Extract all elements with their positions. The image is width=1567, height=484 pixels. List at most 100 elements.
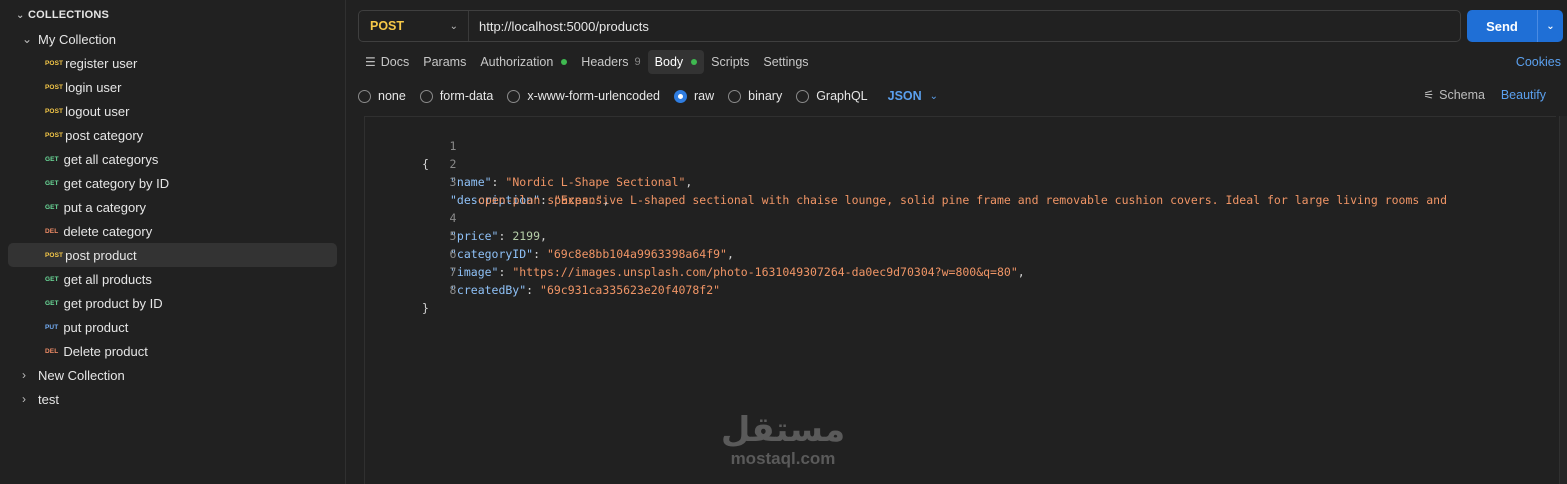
request-name: Delete product bbox=[63, 343, 148, 359]
watermark-arabic: مستقل bbox=[720, 410, 846, 450]
request-item[interactable]: GET get product by ID bbox=[8, 291, 337, 315]
method-badge: PUT bbox=[45, 323, 59, 331]
request-item[interactable]: POST login user bbox=[8, 75, 337, 99]
docs-icon: ☰ bbox=[365, 55, 376, 69]
radio-label: none bbox=[378, 89, 406, 103]
chevron-down-icon: ⌄ bbox=[449, 20, 458, 32]
request-item[interactable]: GET put a category bbox=[8, 195, 337, 219]
tab-docs[interactable]: ☰ Docs bbox=[358, 50, 416, 74]
body-type-urlencoded[interactable]: x-www-form-urlencoded bbox=[507, 89, 660, 103]
request-item[interactable]: GET get category by ID bbox=[8, 171, 337, 195]
method-select[interactable]: POST ⌄ bbox=[359, 11, 469, 41]
request-name: post category bbox=[65, 127, 144, 143]
chevron-right-icon: › bbox=[22, 368, 26, 382]
request-name: login user bbox=[65, 79, 122, 95]
tab-label: Scripts bbox=[711, 55, 750, 69]
tab-authorization[interactable]: Authorization bbox=[473, 50, 574, 74]
collection-my-collection[interactable]: ⌄ My Collection bbox=[8, 27, 337, 51]
radio-label: binary bbox=[748, 89, 783, 103]
method-badge: POST bbox=[45, 251, 64, 259]
line-number: 8 bbox=[449, 283, 457, 297]
code-line-wrap: open-plan spaces.", bbox=[478, 193, 610, 207]
request-name: get all products bbox=[63, 271, 152, 287]
schema-label: Schema bbox=[1439, 88, 1485, 102]
schema-button[interactable]: ⚟ Schema bbox=[1423, 88, 1485, 102]
tab-body[interactable]: Body bbox=[647, 50, 705, 74]
collection-test[interactable]: › test bbox=[8, 387, 337, 411]
radio-icon bbox=[507, 89, 521, 103]
request-name: get product by ID bbox=[63, 295, 163, 311]
method-badge: POST bbox=[45, 131, 64, 139]
request-item[interactable]: POST post category bbox=[8, 123, 337, 147]
method-badge: GET bbox=[45, 275, 59, 283]
format-value: JSON bbox=[887, 89, 922, 103]
chevron-down-icon: ⌄ bbox=[22, 32, 33, 46]
collection-name: New Collection bbox=[38, 367, 125, 383]
body-type-raw[interactable]: raw bbox=[674, 89, 714, 103]
editor-scrollbar[interactable] bbox=[1559, 116, 1567, 484]
code-line: 3 "description": "Expansive L-shaped sec… bbox=[365, 155, 1545, 207]
chevron-down-icon: ⌄ bbox=[929, 90, 939, 102]
chevron-down-icon: ⌄ bbox=[16, 9, 25, 21]
beautify-button[interactable]: Beautify bbox=[1501, 88, 1546, 102]
url-input[interactable]: http://localhost:5000/products bbox=[469, 19, 1460, 34]
url-bar: POST ⌄ http://localhost:5000/products bbox=[358, 10, 1461, 42]
code-editor[interactable]: 1 { 2 "name": "Nordic L-Shape Sectional"… bbox=[364, 116, 1556, 484]
request-name: post product bbox=[65, 247, 137, 263]
tab-label: Docs bbox=[380, 55, 410, 69]
code-line: 6 "image": "https://images.unsplash.com/… bbox=[365, 227, 1545, 279]
code-line: 5 "categoryID": "69c8e8bb104a9963398a64f… bbox=[365, 209, 1545, 261]
format-select[interactable]: JSON ⌄ bbox=[888, 89, 938, 103]
body-type-binary[interactable]: binary bbox=[728, 89, 782, 103]
cookies-link[interactable]: Cookies bbox=[1516, 55, 1561, 69]
code-line: 1 { bbox=[365, 119, 1545, 171]
send-label: Send bbox=[1486, 18, 1518, 34]
request-tabs: ☰ Docs Params Authorization Headers 9 Bo… bbox=[358, 50, 816, 74]
collection-new-collection[interactable]: › New Collection bbox=[8, 363, 337, 387]
tab-headers[interactable]: Headers 9 bbox=[574, 50, 647, 74]
request-item[interactable]: DEL delete category bbox=[8, 219, 337, 243]
request-item-active[interactable]: POST post product bbox=[8, 243, 337, 267]
method-value: POST bbox=[370, 19, 405, 33]
chevron-right-icon: › bbox=[22, 392, 26, 406]
collection-name: test bbox=[38, 391, 59, 407]
collections-header[interactable]: ⌄ COLLECTIONS bbox=[16, 8, 109, 22]
method-badge: GET bbox=[45, 179, 59, 187]
sidebar: ⌄ COLLECTIONS ⌄ My Collection POST regis… bbox=[0, 0, 346, 484]
tab-scripts[interactable]: Scripts bbox=[704, 50, 756, 74]
code-line: 8 } bbox=[365, 263, 1545, 315]
request-name: put a category bbox=[63, 199, 147, 215]
request-item[interactable]: GET get all products bbox=[8, 267, 337, 291]
method-badge: POST bbox=[45, 83, 64, 91]
tab-settings[interactable]: Settings bbox=[756, 50, 815, 74]
tab-params[interactable]: Params bbox=[416, 50, 473, 74]
send-button[interactable]: Send ⌄ bbox=[1467, 10, 1563, 42]
method-badge: GET bbox=[45, 155, 59, 163]
radio-label: x-www-form-urlencoded bbox=[527, 89, 660, 103]
request-item[interactable]: PUT put product bbox=[8, 315, 337, 339]
body-type-none[interactable]: none bbox=[358, 89, 406, 103]
chevron-down-icon[interactable]: ⌄ bbox=[1537, 10, 1563, 42]
request-name: get all categorys bbox=[63, 151, 159, 167]
code-line: 7 "createdBy": "69c931ca335623e20f4078f2… bbox=[365, 245, 1545, 297]
headers-count: 9 bbox=[634, 56, 641, 68]
body-type-form-data[interactable]: form-data bbox=[419, 89, 493, 103]
status-dot bbox=[691, 59, 698, 65]
radio-icon bbox=[358, 89, 371, 103]
tab-label: Params bbox=[423, 55, 467, 69]
method-badge: DEL bbox=[45, 227, 59, 235]
radio-label: raw bbox=[694, 89, 715, 103]
tab-label: Authorization bbox=[480, 55, 554, 69]
radio-icon bbox=[728, 89, 742, 103]
watermark-logo: مستقل mostaql.com bbox=[718, 410, 848, 468]
request-item[interactable]: POST logout user bbox=[8, 99, 337, 123]
request-item[interactable]: DEL Delete product bbox=[8, 339, 337, 363]
tab-label: Headers bbox=[581, 55, 629, 69]
body-type-selector: none form-data x-www-form-urlencoded raw… bbox=[358, 86, 938, 106]
body-type-graphql[interactable]: GraphQL bbox=[796, 89, 868, 103]
request-item[interactable]: GET get all categorys bbox=[8, 147, 337, 171]
status-dot bbox=[561, 59, 568, 65]
method-badge: GET bbox=[45, 203, 59, 211]
radio-checked-icon bbox=[674, 89, 687, 103]
request-item[interactable]: POST register user bbox=[8, 51, 337, 75]
